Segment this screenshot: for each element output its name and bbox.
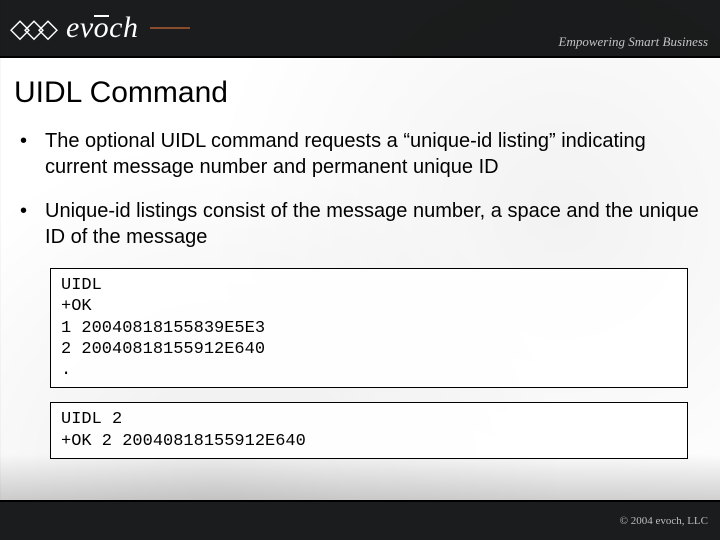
code-example-2: UIDL 2 +OK 2 20040818155912E640 bbox=[50, 402, 688, 459]
brand-logo: ◇◇◇ evoch bbox=[10, 11, 190, 45]
logo-diamonds-icon: ◇◇◇ bbox=[10, 15, 52, 41]
list-item: Unique-id listings consist of the messag… bbox=[20, 198, 706, 250]
slide-header: ◇◇◇ evoch Empowering Smart Business bbox=[0, 0, 720, 58]
bullet-text: The optional UIDL command requests a “un… bbox=[45, 128, 706, 180]
brand-tagline: Empowering Smart Business bbox=[559, 34, 709, 50]
code-example-1: UIDL +OK 1 20040818155839E5E3 2 20040818… bbox=[50, 268, 688, 388]
slide-footer: © 2004 evoch, LLC bbox=[0, 500, 720, 540]
list-item: The optional UIDL command requests a “un… bbox=[20, 128, 706, 180]
footer-gradient bbox=[0, 454, 720, 500]
bullet-text: Unique-id listings consist of the messag… bbox=[45, 198, 706, 250]
logo-accent-bar bbox=[150, 27, 190, 29]
slide-title: UIDL Command bbox=[14, 76, 706, 110]
brand-name: evoch bbox=[66, 11, 138, 45]
slide-content: UIDL Command The optional UIDL command r… bbox=[0, 58, 720, 459]
copyright-text: © 2004 evoch, LLC bbox=[620, 515, 708, 527]
bullet-list: The optional UIDL command requests a “un… bbox=[14, 128, 706, 250]
